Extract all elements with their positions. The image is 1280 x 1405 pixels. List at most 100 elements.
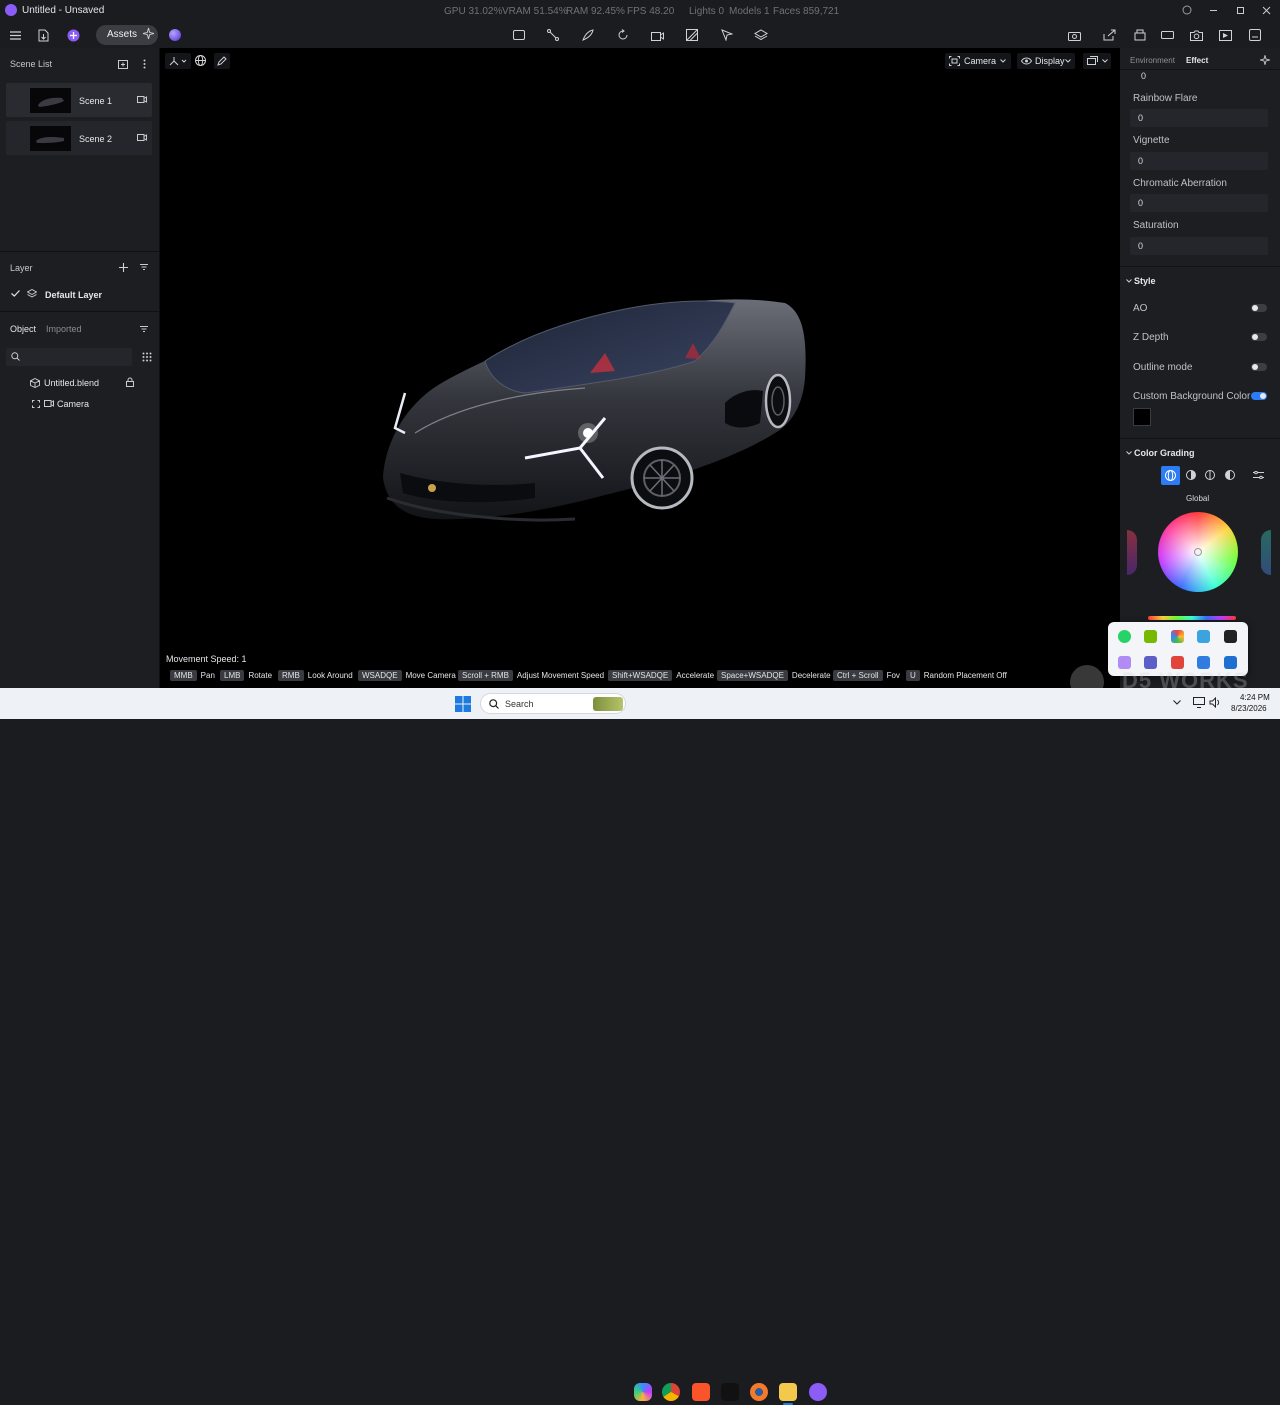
eyedropper-icon[interactable] — [214, 53, 230, 69]
d5-app-icon[interactable] — [809, 1383, 827, 1401]
object-item[interactable]: Untitled.blend — [20, 374, 158, 392]
tab-environment[interactable]: Environment — [1130, 56, 1175, 65]
global-mode-button[interactable] — [1161, 466, 1180, 485]
help-icon[interactable] — [1181, 4, 1193, 16]
highlights-mode-icon[interactable] — [1225, 470, 1235, 480]
lights-stat: Lights 0 — [689, 6, 725, 17]
hint-item: Space+WSADQE Decelerate — [717, 670, 831, 681]
scene-camera-icon[interactable] — [137, 96, 147, 103]
clock-time[interactable]: 4:24 PM — [1240, 693, 1270, 702]
clock-date[interactable]: 8/23/2026 — [1231, 704, 1267, 713]
view-options-dropdown[interactable] — [1083, 53, 1111, 69]
globe-icon[interactable] — [195, 55, 206, 66]
object-filter-icon[interactable] — [139, 324, 149, 334]
color-wheel-right-preview — [1261, 530, 1271, 575]
object-item[interactable]: Camera — [20, 395, 158, 413]
save-icon[interactable] — [1247, 27, 1263, 43]
saturation-input[interactable]: 0 — [1130, 237, 1268, 255]
video-icon[interactable] — [1159, 27, 1175, 43]
color-wheel-handle[interactable] — [1194, 548, 1202, 556]
import-icon[interactable] — [36, 27, 50, 43]
rainbow-flare-label: Rainbow Flare — [1133, 93, 1198, 104]
select-tool-icon[interactable] — [719, 27, 735, 43]
layers-tool-icon[interactable] — [753, 27, 769, 43]
menu-icon[interactable] — [8, 28, 22, 42]
bg-color-swatch[interactable] — [1133, 408, 1151, 426]
custom-bg-toggle[interactable] — [1251, 392, 1267, 400]
rainbow-flare-input[interactable]: 0 — [1130, 109, 1268, 127]
color-wheel[interactable] — [1158, 512, 1238, 592]
hue-slider[interactable] — [1148, 616, 1236, 620]
brush-icon[interactable] — [580, 27, 596, 43]
layer-filter-icon[interactable] — [139, 262, 149, 272]
tab-object[interactable]: Object — [10, 324, 36, 334]
blender-icon[interactable] — [750, 1383, 768, 1401]
add-scene-icon[interactable] — [117, 58, 129, 70]
chromatic-aberration-input[interactable]: 0 — [1130, 194, 1268, 212]
z-depth-toggle[interactable] — [1251, 333, 1267, 341]
custom-bg-label: Custom Background Color — [1133, 391, 1251, 402]
nvidia-icon[interactable] — [1144, 630, 1157, 643]
capture-icon[interactable] — [1188, 27, 1204, 43]
vignette-input[interactable]: 0 — [1130, 152, 1268, 170]
layer-title: Layer — [10, 263, 33, 273]
volume-icon[interactable] — [1209, 697, 1221, 708]
rectangle-icon[interactable] — [511, 27, 527, 43]
hint-key: Ctrl + Scroll — [833, 670, 883, 681]
scene-item[interactable]: Scene 2 — [6, 121, 152, 155]
brave-icon[interactable] — [692, 1383, 710, 1401]
more-options-icon[interactable] — [139, 58, 149, 70]
share-icon[interactable] — [1101, 27, 1117, 43]
material-orb-icon[interactable] — [169, 29, 181, 41]
render-icon[interactable] — [1066, 27, 1082, 43]
midtones-mode-icon[interactable] — [1205, 470, 1215, 480]
hint-action: Random Placement Off — [923, 671, 1007, 680]
grid-tool-icon[interactable] — [684, 27, 700, 43]
dark-app-icon[interactable] — [1224, 630, 1237, 643]
export-icon[interactable] — [1132, 27, 1148, 43]
scene-camera-icon[interactable] — [137, 134, 147, 141]
shadows-mode-icon[interactable] — [1186, 470, 1196, 480]
transform-tool-button[interactable] — [165, 53, 191, 69]
camera-dropdown[interactable]: Camera — [945, 53, 1011, 69]
grid-view-icon[interactable] — [142, 352, 152, 362]
display-dropdown[interactable]: Display — [1017, 53, 1075, 69]
copilot-icon[interactable] — [634, 1383, 652, 1401]
add-layer-icon[interactable] — [117, 261, 129, 273]
windows-start-icon[interactable] — [455, 696, 471, 712]
object-search-input[interactable] — [6, 348, 132, 366]
curves-settings-icon[interactable] — [1253, 471, 1264, 479]
assets-button[interactable]: Assets — [96, 25, 158, 45]
layer-check-icon[interactable] — [11, 290, 20, 297]
chevron-down-icon — [1126, 279, 1132, 283]
effects-icon[interactable] — [1217, 27, 1233, 43]
car-model[interactable] — [375, 283, 815, 528]
file-explorer-icon[interactable] — [779, 1383, 797, 1401]
ai-icon[interactable] — [66, 28, 80, 42]
cloud-sync-icon[interactable] — [1197, 630, 1210, 643]
tab-imported[interactable]: Imported — [46, 324, 82, 334]
network-icon[interactable] — [1193, 697, 1205, 708]
vram-stat: VRAM 51.54% — [502, 6, 568, 17]
hint-key: RMB — [278, 670, 304, 681]
rotate-icon[interactable] — [615, 27, 631, 43]
outline-mode-toggle[interactable] — [1251, 363, 1267, 371]
tab-effect[interactable]: Effect — [1186, 56, 1208, 65]
default-layer-label[interactable]: Default Layer — [45, 290, 102, 300]
close-icon[interactable] — [1259, 4, 1273, 16]
d5-render-icon[interactable] — [721, 1383, 739, 1401]
ao-toggle[interactable] — [1251, 304, 1267, 312]
lock-icon[interactable] — [126, 377, 134, 387]
whatsapp-icon[interactable] — [1118, 630, 1131, 643]
path-icon[interactable] — [545, 27, 561, 43]
chrome-icon[interactable] — [662, 1383, 680, 1401]
3d-viewport[interactable]: Camera Display Movement Speed: 1 — [160, 48, 1120, 688]
scene-item[interactable]: Scene 1 — [6, 83, 152, 117]
tray-chevron-icon[interactable] — [1173, 700, 1181, 705]
taskbar-search-box[interactable]: Search — [480, 693, 626, 714]
minimize-icon[interactable] — [1206, 4, 1220, 16]
maximize-icon[interactable] — [1233, 4, 1247, 16]
colorful-app-icon[interactable] — [1171, 630, 1184, 643]
pin-panel-icon[interactable] — [1260, 55, 1270, 65]
camera-tool-icon[interactable] — [649, 27, 665, 43]
